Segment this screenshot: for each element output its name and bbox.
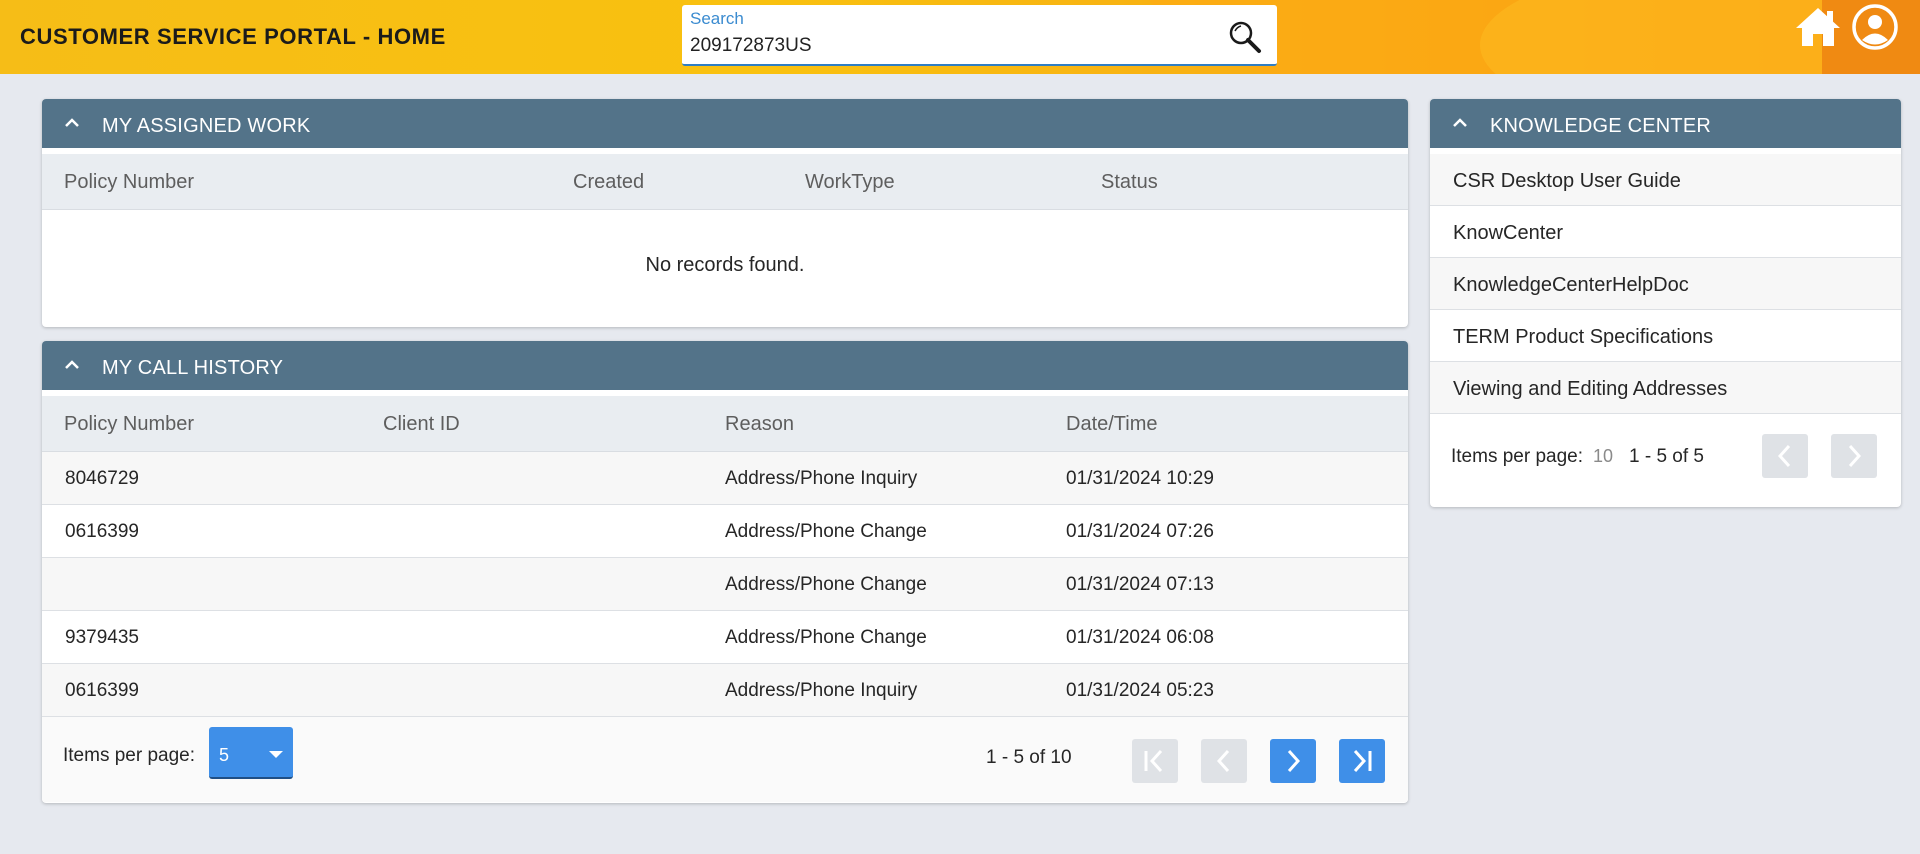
list-item-label: TERM Product Specifications	[1453, 326, 1714, 348]
previous-page-button[interactable]	[1762, 434, 1808, 478]
empty-message: No records found.	[645, 254, 805, 276]
home-button[interactable]	[1794, 4, 1842, 50]
page-range-label: 1 - 5 of 10	[986, 747, 1072, 768]
panel-title: KNOWLEDGE CENTER	[1490, 115, 1712, 137]
knowledge-link-help-doc[interactable]: KnowledgeCenterHelpDoc	[1430, 258, 1901, 310]
list-item-label: KnowledgeCenterHelpDoc	[1453, 274, 1689, 296]
search-field[interactable]: Search	[682, 5, 1277, 66]
chevron-up-icon[interactable]	[62, 355, 82, 375]
first-page-button[interactable]	[1132, 739, 1178, 783]
cell-policy-number: 0616399	[65, 521, 139, 542]
next-page-icon	[1287, 749, 1301, 773]
search-label: Search	[690, 9, 744, 28]
cell-reason: Address/Phone Change	[725, 521, 927, 542]
table-row[interactable]: 9379435 Address/Phone Change 01/31/2024 …	[42, 611, 1408, 664]
knowledge-link-knowcenter[interactable]: KnowCenter	[1430, 206, 1901, 258]
cell-datetime: 01/31/2024 07:13	[1066, 574, 1214, 595]
cell-policy-number: 8046729	[65, 468, 139, 489]
column-header-status[interactable]: Status	[1101, 171, 1158, 194]
knowledge-center-list: CSR Desktop User Guide KnowCenter Knowle…	[1430, 154, 1901, 414]
items-per-page-value: 5	[219, 745, 230, 765]
cell-reason: Address/Phone Inquiry	[725, 468, 918, 489]
knowledge-center-panel: KNOWLEDGE CENTER CSR Desktop User Guide …	[1430, 99, 1901, 507]
column-header-datetime[interactable]: Date/Time	[1066, 413, 1158, 436]
table-body: 8046729 Address/Phone Inquiry 01/31/2024…	[42, 452, 1408, 717]
list-item-label: Viewing and Editing Addresses	[1453, 378, 1728, 400]
page-range-label: 1 - 5 of 5	[1629, 446, 1704, 467]
cell-reason: Address/Phone Change	[725, 627, 927, 648]
cell-policy-number: 0616399	[65, 680, 139, 701]
items-per-page-label: Items per page:	[63, 745, 196, 766]
table-row[interactable]: 0616399 Address/Phone Inquiry 01/31/2024…	[42, 664, 1408, 717]
cell-reason: Address/Phone Inquiry	[725, 680, 918, 701]
call-history-panel: MY CALL HISTORY Policy Number Client ID …	[42, 341, 1408, 803]
knowledge-link-viewing-editing-addresses[interactable]: Viewing and Editing Addresses	[1430, 362, 1901, 414]
column-header-policy-number[interactable]: Policy Number	[64, 171, 194, 194]
user-icon	[1852, 4, 1898, 50]
assigned-work-header: MY ASSIGNED WORK	[42, 99, 1408, 154]
search-icon	[1229, 21, 1261, 53]
assigned-work-panel: MY ASSIGNED WORK Policy Number Created W…	[42, 99, 1408, 327]
panel-title: MY CALL HISTORY	[102, 357, 284, 379]
empty-state: No records found.	[42, 210, 1408, 321]
cell-datetime: 01/31/2024 05:23	[1066, 680, 1214, 701]
previous-page-button[interactable]	[1201, 739, 1247, 783]
first-page-icon	[1144, 749, 1163, 773]
table-row[interactable]: 0616399 Address/Phone Change 01/31/2024 …	[42, 505, 1408, 558]
call-history-header: MY CALL HISTORY	[42, 341, 1408, 396]
column-header-client-id[interactable]: Client ID	[383, 413, 460, 436]
cell-datetime: 01/31/2024 06:08	[1066, 627, 1214, 648]
page-title: CUSTOMER SERVICE PORTAL - HOME	[20, 24, 446, 49]
cell-datetime: 01/31/2024 07:26	[1066, 521, 1214, 542]
prev-page-icon	[1777, 444, 1791, 468]
list-item-label: CSR Desktop User Guide	[1453, 170, 1681, 192]
items-per-page-select[interactable]: 5	[209, 727, 293, 779]
search-input[interactable]	[690, 33, 1210, 59]
table-header: Policy Number Created WorkType Status	[42, 154, 1408, 210]
paginator: Items per page: 10 1 - 5 of 5	[1430, 414, 1901, 496]
home-icon	[1796, 8, 1840, 46]
paginator: Items per page: 5 1 - 5 of 10	[42, 717, 1408, 802]
column-header-policy-number[interactable]: Policy Number	[64, 413, 194, 436]
panel-title: MY ASSIGNED WORK	[102, 115, 311, 137]
chevron-up-icon[interactable]	[62, 113, 82, 133]
search-button[interactable]	[1227, 19, 1263, 55]
next-page-icon	[1848, 444, 1862, 468]
user-profile-button[interactable]	[1851, 3, 1899, 51]
prev-page-icon	[1216, 749, 1230, 773]
knowledge-link-term-product-specs[interactable]: TERM Product Specifications	[1430, 310, 1901, 362]
caret-down-icon	[269, 751, 283, 758]
column-header-worktype[interactable]: WorkType	[805, 171, 895, 194]
cell-policy-number: 9379435	[65, 627, 139, 648]
last-page-icon	[1353, 749, 1372, 773]
column-header-created[interactable]: Created	[573, 171, 644, 194]
cell-reason: Address/Phone Change	[725, 574, 927, 595]
knowledge-center-header: KNOWLEDGE CENTER	[1430, 99, 1901, 154]
items-per-page-label: Items per page:	[1451, 446, 1584, 467]
table-header: Policy Number Client ID Reason Date/Time	[42, 396, 1408, 452]
items-per-page-value[interactable]: 10	[1593, 446, 1613, 467]
chevron-up-icon[interactable]	[1450, 113, 1470, 133]
knowledge-link-csr-desktop-user-guide[interactable]: CSR Desktop User Guide	[1430, 154, 1901, 206]
app-header: CUSTOMER SERVICE PORTAL - HOME Search	[0, 0, 1920, 74]
column-header-reason[interactable]: Reason	[725, 413, 794, 436]
cell-datetime: 01/31/2024 10:29	[1066, 468, 1214, 489]
last-page-button[interactable]	[1339, 739, 1385, 783]
next-page-button[interactable]	[1831, 434, 1877, 478]
table-row[interactable]: Address/Phone Change 01/31/2024 07:13	[42, 558, 1408, 611]
table-row[interactable]: 8046729 Address/Phone Inquiry 01/31/2024…	[42, 452, 1408, 505]
next-page-button[interactable]	[1270, 739, 1316, 783]
list-item-label: KnowCenter	[1453, 222, 1564, 244]
